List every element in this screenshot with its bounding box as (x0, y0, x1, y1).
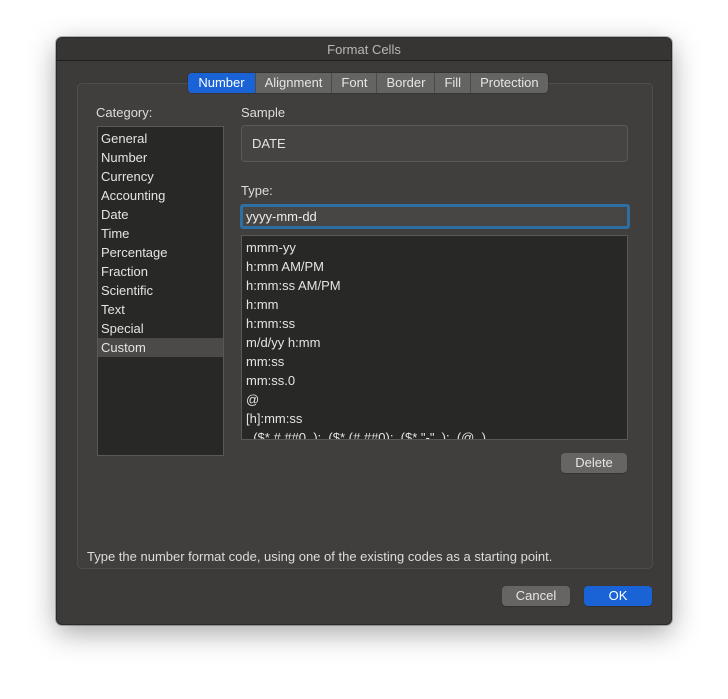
ok-button[interactable]: OK (584, 586, 652, 606)
type-item[interactable]: h:mm:ss AM/PM (242, 276, 627, 295)
type-format-input[interactable] (240, 204, 630, 229)
category-item-text[interactable]: Text (98, 300, 223, 319)
category-item-fraction[interactable]: Fraction (98, 262, 223, 281)
category-label: Category: (96, 105, 153, 120)
category-item-scientific[interactable]: Scientific (98, 281, 223, 300)
category-item-general[interactable]: General (98, 129, 223, 148)
category-list[interactable]: General Number Currency Accounting Date … (97, 126, 224, 456)
tab-border[interactable]: Border (376, 73, 434, 93)
tab-alignment[interactable]: Alignment (254, 73, 332, 93)
dialog-title: Format Cells (57, 38, 671, 61)
tab-font[interactable]: Font (331, 73, 376, 93)
hint-text: Type the number format code, using one o… (87, 549, 553, 564)
category-item-accounting[interactable]: Accounting (98, 186, 223, 205)
type-item[interactable]: h:mm AM/PM (242, 257, 627, 276)
tab-protection[interactable]: Protection (470, 73, 548, 93)
type-item[interactable]: [h]:mm:ss (242, 409, 627, 428)
type-item[interactable]: _($* #,##0_);_($* (#,##0);_($* "-"_);_(@… (242, 428, 627, 439)
type-item[interactable]: h:mm:ss (242, 314, 627, 333)
tab-bar: Number Alignment Font Border Fill Protec… (188, 73, 548, 93)
category-item-number[interactable]: Number (98, 148, 223, 167)
cancel-button[interactable]: Cancel (502, 586, 570, 606)
sample-label: Sample (241, 105, 286, 120)
type-item[interactable]: @ (242, 390, 627, 409)
type-item[interactable]: h:mm (242, 295, 627, 314)
type-item[interactable]: mmm-yy (242, 238, 627, 257)
category-item-special[interactable]: Special (98, 319, 223, 338)
type-label: Type: (241, 183, 273, 198)
category-item-date[interactable]: Date (98, 205, 223, 224)
tab-number[interactable]: Number (188, 73, 255, 93)
type-format-list[interactable]: mmm-yy h:mm AM/PM h:mm:ss AM/PM h:mm h:m… (241, 235, 628, 440)
sample-preview: DATE (241, 125, 628, 162)
category-item-currency[interactable]: Currency (98, 167, 223, 186)
type-item[interactable]: m/d/yy h:mm (242, 333, 627, 352)
type-item[interactable]: mm:ss (242, 352, 627, 371)
category-item-time[interactable]: Time (98, 224, 223, 243)
category-item-custom[interactable]: Custom (98, 338, 223, 357)
delete-button[interactable]: Delete (561, 453, 627, 473)
tab-fill[interactable]: Fill (434, 73, 470, 93)
format-cells-dialog: Format Cells Number Alignment Font Borde… (56, 37, 672, 625)
tab-bar-container: Number Alignment Font Border Fill Protec… (57, 73, 671, 93)
type-item[interactable]: mm:ss.0 (242, 371, 627, 390)
category-item-percentage[interactable]: Percentage (98, 243, 223, 262)
